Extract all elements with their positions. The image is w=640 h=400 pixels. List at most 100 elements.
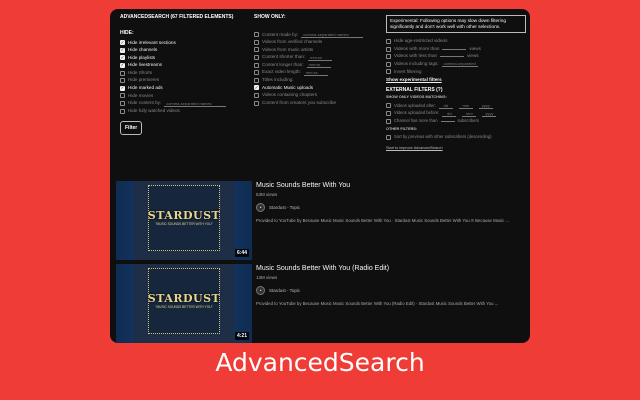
longer-than-option[interactable]: Content longer than: mm:ss — [254, 61, 378, 69]
video-views: 53M views — [256, 192, 278, 197]
shorter-than-option[interactable]: Content shorter than: mm:ss — [254, 54, 378, 62]
longer-than-input[interactable]: mm:ss — [306, 62, 331, 69]
more-views-option[interactable]: Videos with more than views — [386, 45, 526, 53]
hide-content-by-option[interactable]: Hide content by: comma-separated names — [120, 100, 250, 108]
checkbox-icon[interactable] — [120, 101, 125, 107]
video-thumbnail[interactable]: STARDUST "MUSIC SOUNDS BETTER WITH YOU" … — [116, 264, 252, 343]
video-info: Music Sounds Better With You (Radio Edit… — [256, 264, 524, 306]
checkbox-icon[interactable] — [386, 69, 391, 75]
hide-livestreams-option[interactable]: ✓ Hide livestreams — [120, 62, 250, 70]
before-month-input[interactable]: mm — [462, 111, 477, 117]
exact-length-input[interactable]: mm:ss — [303, 70, 328, 76]
after-year-input[interactable]: yyyy — [478, 103, 493, 109]
video-thumbnail[interactable]: STARDUST "MUSIC SOUNDS BETTER WITH YOU" … — [116, 181, 252, 260]
checkbox-icon[interactable] — [254, 32, 259, 38]
checkbox-icon[interactable] — [254, 47, 259, 53]
content-made-by-option[interactable]: Content made by: comma-separated names — [254, 31, 378, 39]
more-views-input[interactable] — [442, 48, 467, 50]
hide-channels-option[interactable]: ✓ Hide channels — [120, 47, 250, 55]
checkbox-icon[interactable] — [386, 118, 391, 124]
age-restricted-option[interactable]: Hide age-restricted videos — [386, 38, 526, 46]
video-result[interactable]: STARDUST "MUSIC SOUNDS BETTER WITH YOU" … — [116, 264, 524, 343]
hide-content-by-input[interactable]: comma-separated names — [164, 101, 227, 107]
subscribed-creators-option[interactable]: Content from creators you subscribe — [254, 99, 378, 107]
video-result[interactable]: STARDUST "MUSIC SOUNDS BETTER WITH YOU" … — [116, 181, 524, 261]
show-only-label: SHOW ONLY: — [254, 14, 286, 20]
sort-option[interactable]: Sort by previous with other subscribers … — [386, 134, 526, 142]
checkbox-icon[interactable] — [120, 108, 125, 114]
hide-movies-option[interactable]: Hide movies — [120, 92, 250, 100]
show-experimental-link[interactable]: Show experimental filters — [386, 77, 526, 83]
verified-channels-option[interactable]: Videos from verified channels — [254, 39, 378, 47]
hide-playlists-option[interactable]: ✓ Hide playlists — [120, 54, 250, 62]
subscribers-option[interactable]: Channel has more than subscribers — [386, 117, 526, 125]
after-month-input[interactable]: mm — [458, 103, 473, 109]
improve-link[interactable]: Start to improve AdvancedSearch — [386, 146, 526, 151]
experimental-column: Experimental: Following options may slow… — [386, 15, 526, 151]
shorter-than-input[interactable]: mm:ss — [308, 55, 333, 61]
thumbnail-subtitle: "MUSIC SOUNDS BETTER WITH YOU" — [155, 305, 213, 309]
hide-premieres-option[interactable]: Hide premieres — [120, 77, 250, 85]
checkbox-icon[interactable] — [254, 62, 259, 68]
video-channel[interactable]: ■ Stardust - Topic — [256, 286, 524, 295]
tags-input[interactable]: comma-separated — [441, 61, 478, 68]
content-made-by-input[interactable]: comma-separated names — [301, 32, 364, 38]
checkbox-checked-icon[interactable]: ✓ — [254, 85, 259, 91]
less-views-input[interactable] — [440, 56, 465, 58]
less-views-option[interactable]: Videos with less than views — [386, 53, 526, 61]
show-only-column: SHOW ONLY: Content made by: comma-separat… — [254, 15, 378, 107]
hide-label: HIDE: — [120, 30, 134, 36]
checkbox-icon[interactable] — [254, 77, 259, 83]
checkbox-icon[interactable] — [386, 103, 391, 109]
checkbox-icon[interactable] — [386, 54, 391, 60]
invert-filtering-option[interactable]: Invert filtering — [386, 68, 526, 76]
video-info: Music Sounds Better With You 53M views ■… — [256, 181, 524, 223]
auto-music-option[interactable]: ✓ Automatic Music uploads — [254, 84, 378, 92]
before-day-input[interactable]: dd — [442, 111, 457, 117]
titles-including-option[interactable]: Titles including: — [254, 77, 378, 85]
checkbox-icon[interactable] — [254, 55, 259, 61]
checkbox-checked-icon[interactable]: ✓ — [120, 63, 125, 69]
subscribers-input[interactable] — [440, 120, 455, 122]
checkbox-icon[interactable] — [386, 134, 391, 140]
experimental-warning: Experimental: Following options may slow… — [386, 15, 526, 33]
checkbox-icon[interactable] — [120, 93, 125, 99]
music-artists-option[interactable]: Videos from music artists — [254, 46, 378, 54]
after-day-input[interactable]: dd — [438, 103, 453, 109]
channel-avatar[interactable]: ■ — [256, 286, 265, 295]
hide-irrelevant-option[interactable]: ✓ Hide irrelevant sections — [120, 39, 250, 47]
checkbox-checked-icon[interactable]: ✓ — [120, 40, 125, 46]
tags-option[interactable]: Videos including tags: comma-separated — [386, 61, 526, 69]
checkbox-checked-icon[interactable]: ✓ — [120, 47, 125, 53]
thumbnail-title: STARDUST — [147, 209, 221, 222]
show-matching-label: SHOW ONLY VIDEOS MATCHING: — [386, 95, 447, 100]
hide-ads-option[interactable]: ✓ Hide marked ads — [120, 85, 250, 93]
checkbox-icon[interactable] — [386, 46, 391, 52]
video-description: Provided to YouTube by Because Music Mus… — [256, 218, 510, 223]
uploaded-before-option[interactable]: Videos uploaded before: dd mm yyyy — [386, 110, 526, 118]
chapters-option[interactable]: Videos containing chapters — [254, 92, 378, 100]
exact-length-option[interactable]: Exact video length: mm:ss — [254, 69, 378, 77]
video-title[interactable]: Music Sounds Better With You (Radio Edit… — [256, 265, 524, 272]
checkbox-checked-icon[interactable]: ✓ — [120, 85, 125, 91]
checkbox-checked-icon[interactable]: ✓ — [120, 55, 125, 61]
hide-watched-option[interactable]: Hide fully watched videos — [120, 107, 250, 115]
checkbox-icon[interactable] — [254, 100, 259, 106]
before-year-input[interactable]: yyyy — [482, 111, 497, 117]
filter-button[interactable]: Filter — [120, 120, 143, 135]
checkbox-icon[interactable] — [254, 93, 259, 99]
channel-avatar[interactable]: ■ — [256, 203, 265, 212]
video-title[interactable]: Music Sounds Better With You — [256, 182, 524, 189]
uploaded-after-option[interactable]: Videos uploaded after: dd mm yyyy — [386, 102, 526, 110]
checkbox-icon[interactable] — [120, 70, 125, 76]
video-channel[interactable]: ■ Stardust - Topic — [256, 203, 524, 212]
video-views: 13M views — [256, 275, 278, 280]
checkbox-icon[interactable] — [254, 70, 259, 76]
checkbox-icon[interactable] — [386, 39, 391, 45]
video-description: Provided to YouTube by Because Music Mus… — [256, 301, 499, 306]
hide-shorts-option[interactable]: Hide Shorts — [120, 69, 250, 77]
checkbox-icon[interactable] — [386, 111, 391, 116]
checkbox-icon[interactable] — [254, 39, 259, 45]
checkbox-icon[interactable] — [120, 78, 125, 84]
checkbox-icon[interactable] — [386, 61, 391, 67]
